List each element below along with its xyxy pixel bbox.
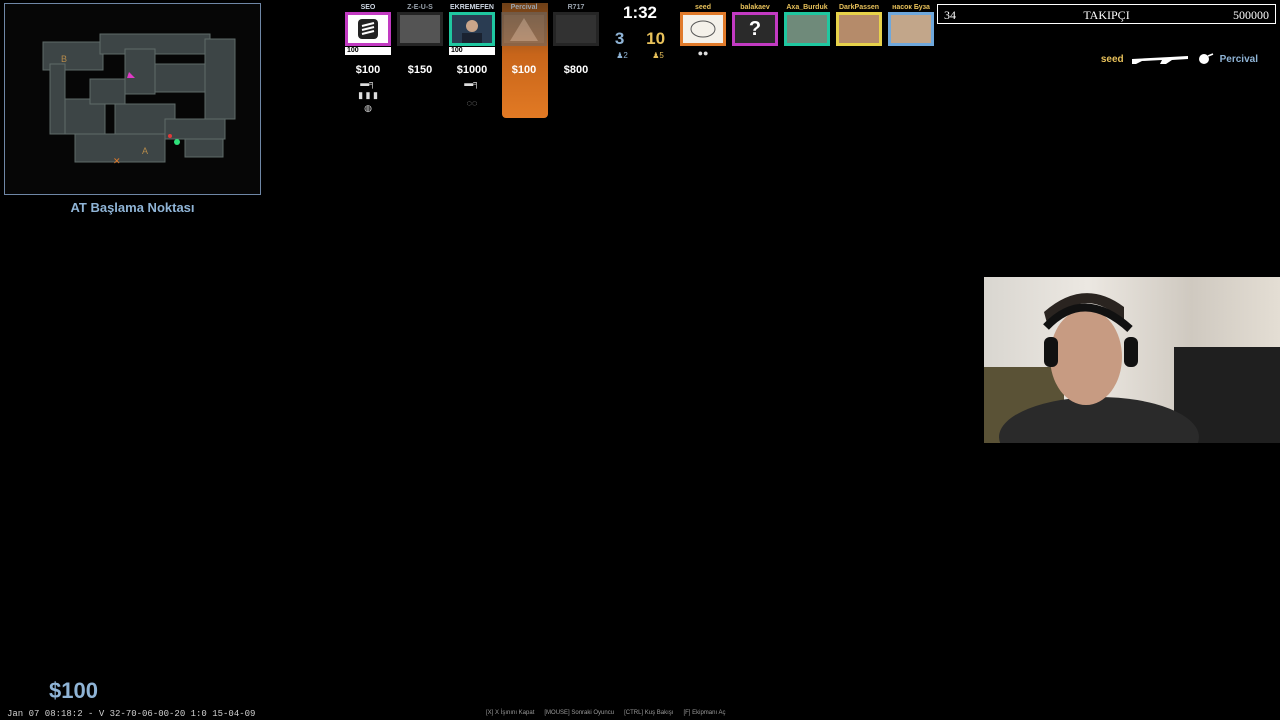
hint-close-xray: [X] X İşınını Kapat: [486, 710, 535, 716]
player-avatar: [449, 12, 495, 46]
t-score: 10: [646, 29, 666, 48]
spectator-hints: [X] X İşınını Kapat [MOUSE] Sonraki Oyun…: [486, 710, 725, 716]
ct-player-card[interactable]: SEO 100 $100 ▬╕ ▮ ▮ ▮ ◍: [342, 3, 394, 114]
player-money: $100: [511, 64, 537, 76]
demo-status-text: Jan 07 08:18:2 - V 32-70-06-00-20 1:0 15…: [7, 709, 256, 719]
follower-label: TAKIPÇI: [1083, 8, 1130, 22]
health-bar: 100: [345, 47, 391, 55]
pistol-icon: ▬╕: [464, 78, 480, 88]
player-name: EKREMEFEN: [450, 4, 494, 11]
player-avatar: [345, 12, 391, 46]
bombsite-a-label: A: [142, 146, 148, 156]
hint-equipment: [F] Ekipmanı Aç: [683, 710, 726, 716]
player-avatar: [836, 12, 882, 46]
ct-player-card[interactable]: Z-E-U-S $150: [394, 3, 446, 114]
streamer-webcam-image: [984, 293, 1280, 443]
player-money-large: $100: [49, 678, 98, 703]
pistol-icon: ▬╕: [360, 78, 376, 88]
player-avatar: [784, 12, 830, 46]
t-team-strip: seed ●● balakaev ? Axa_Burduk DarkPassen…: [677, 3, 937, 58]
grenades-icon: ●●: [697, 48, 709, 58]
scoreboard: 1:32 3 10 ♟2 ♟5: [604, 3, 676, 63]
ct-player-card-spectated[interactable]: Percival $100: [498, 3, 550, 118]
player-money: $150: [407, 64, 433, 76]
t-player-card[interactable]: насок Буза: [885, 3, 937, 58]
player-avatar: [888, 12, 934, 46]
ct-score: 3: [614, 29, 625, 48]
rifle-icon: [1131, 56, 1188, 64]
radar-minimap: B A ✕: [4, 3, 261, 195]
radar-caption: AT Başlama Noktası: [70, 200, 195, 215]
sketch-avatar-icon: [690, 20, 716, 38]
player-money: $1000: [456, 64, 488, 76]
headshot-icon: [1198, 53, 1213, 64]
t-alive-count: ♟5: [652, 51, 664, 60]
ct-alive-count: ♟2: [616, 51, 628, 60]
unknown-avatar-icon: ?: [748, 18, 762, 40]
t-player-card[interactable]: seed ●●: [677, 3, 729, 58]
ct-player-card[interactable]: R717 $800: [550, 3, 602, 114]
killfeed-victim: Percival: [1219, 53, 1258, 65]
player-name: Axa_Burduk: [786, 4, 828, 11]
bomb-x-icon: ✕: [113, 156, 121, 166]
hint-next-player: [MOUSE] Sonraki Oyuncu: [544, 710, 615, 716]
t-player-card[interactable]: DarkPassen: [833, 3, 885, 58]
player-name: seed: [695, 4, 711, 11]
defuse-kit-icon: ◌◌: [466, 98, 478, 108]
player-name: Z-E-U-S: [407, 4, 433, 11]
person-avatar-icon: [462, 20, 482, 43]
player-name: насок Буза: [892, 4, 930, 11]
hint-overview: [CTRL] Kuş Bakışı: [624, 710, 674, 716]
player-marker-green: [174, 139, 180, 145]
player-avatar: [553, 12, 599, 46]
radar-map-layout: B A ✕: [42, 33, 236, 166]
t-player-card[interactable]: balakaev ?: [729, 3, 781, 58]
killfeed-entry: seed Percival: [1101, 52, 1258, 66]
killfeed-attacker: seed: [1100, 53, 1124, 65]
player-avatar: [501, 12, 547, 46]
pyramid-avatar-icon: [510, 18, 538, 41]
player-money: $800: [563, 64, 589, 76]
webcam-overlay: [984, 277, 1280, 443]
follower-goal-bar: 34 TAKIPÇI 500000: [937, 4, 1276, 24]
round-timer: 1:32: [622, 3, 658, 22]
logo-s-icon: [358, 19, 378, 39]
player-avatar: [397, 12, 443, 46]
grenades-icon: ▮ ▮ ▮: [358, 90, 378, 100]
player-money: $100: [355, 64, 381, 76]
ct-player-card[interactable]: EKREMEFEN 100 $1000 ▬╕ ◌◌: [446, 3, 498, 114]
player-marker-red: [168, 134, 172, 138]
defuse-kit-icon: ◍: [364, 103, 372, 113]
player-name: Percival: [510, 4, 538, 11]
player-name: SEO: [360, 4, 376, 11]
follower-goal: 500000: [1233, 8, 1269, 22]
player-name: DarkPassen: [838, 4, 880, 11]
player-avatar: [680, 12, 726, 46]
player-name: balakaev: [740, 4, 770, 11]
player-name: R717: [567, 4, 585, 11]
health-bar: 100: [449, 47, 495, 55]
ct-team-strip: SEO 100 $100 ▬╕ ▮ ▮ ▮ ◍ Z-E-U-S $150 EKR…: [342, 3, 602, 118]
player-avatar: ?: [732, 12, 778, 46]
bombsite-b-label: B: [61, 54, 67, 64]
t-player-card[interactable]: Axa_Burduk: [781, 3, 833, 58]
